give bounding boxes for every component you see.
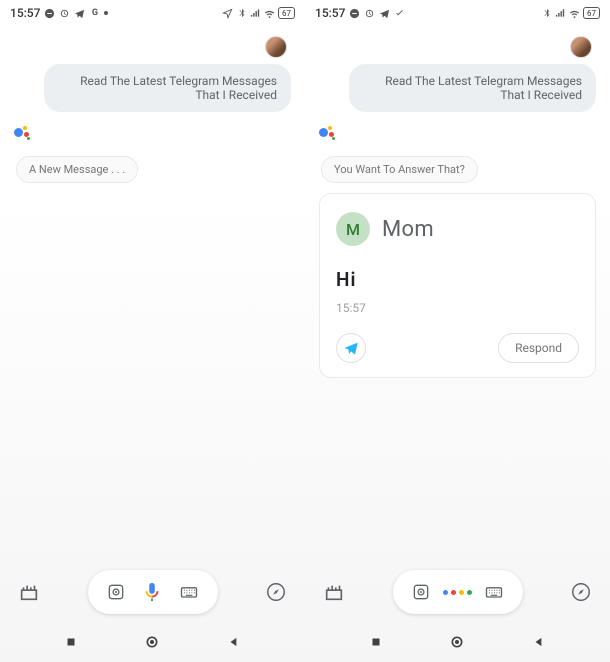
explore-icon[interactable] (570, 581, 592, 603)
dnd-icon (349, 8, 360, 19)
dot-icon (104, 11, 108, 15)
user-avatar[interactable] (570, 36, 592, 58)
chat-content: Read The Latest Telegram Messages That I… (305, 26, 610, 562)
wifi-icon (569, 8, 580, 19)
google-assistant-icon (14, 126, 32, 144)
status-left: 15:57 (315, 6, 405, 20)
updates-icon[interactable] (18, 581, 40, 603)
assistant-bottom-bar (305, 562, 610, 622)
recents-button[interactable] (62, 633, 80, 651)
screen-right: 15:57 67 (305, 0, 610, 662)
updates-icon[interactable] (323, 581, 345, 603)
keyboard-icon[interactable] (178, 581, 200, 603)
lens-icon[interactable] (105, 581, 127, 603)
assistant-bottom-bar (0, 562, 305, 622)
home-button[interactable] (448, 633, 466, 651)
telegram-app-icon[interactable] (336, 333, 366, 363)
explore-icon[interactable] (265, 581, 287, 603)
status-right: 67 (222, 7, 295, 19)
mic-icon[interactable] (141, 581, 163, 603)
contact-avatar: M (336, 212, 370, 246)
card-actions: Respond (336, 333, 579, 363)
user-message-bubble: Read The Latest Telegram Messages That I… (44, 64, 291, 112)
assistant-reply-bubble: You Want To Answer That? (321, 156, 478, 183)
status-left: 15:57 G (10, 6, 108, 20)
google-g-icon: G (89, 8, 100, 19)
assistant-row (14, 126, 291, 144)
alarm-icon (364, 8, 375, 19)
assistant-dots-icon[interactable] (446, 581, 468, 603)
keyboard-icon[interactable] (483, 581, 505, 603)
wifi-icon (264, 8, 275, 19)
alarm-icon (59, 8, 70, 19)
bluetooth-icon (236, 8, 247, 19)
status-bar: 15:57 G (0, 0, 305, 26)
assistant-reply-bubble: A New Message . . . (16, 156, 138, 183)
signal-icon (555, 8, 566, 19)
battery-icon: 67 (278, 7, 295, 19)
recents-button[interactable] (367, 633, 385, 651)
status-time: 15:57 (10, 6, 40, 20)
user-avatar-row (14, 36, 291, 58)
check-icon (394, 8, 405, 19)
assistant-row (319, 126, 596, 144)
battery-icon: 67 (583, 7, 600, 19)
user-avatar[interactable] (265, 36, 287, 58)
android-nav-bar (305, 622, 610, 662)
status-time: 15:57 (315, 6, 345, 20)
screen-left: 15:57 G (0, 0, 305, 662)
location-icon (222, 8, 233, 19)
google-assistant-icon (319, 126, 337, 144)
telegram-status-icon (74, 8, 85, 19)
home-button[interactable] (143, 633, 161, 651)
lens-icon[interactable] (410, 581, 432, 603)
contact-name: Mom (382, 217, 434, 242)
android-nav-bar (0, 622, 305, 662)
dnd-icon (44, 8, 55, 19)
user-message-bubble: Read The Latest Telegram Messages That I… (349, 64, 596, 112)
respond-button[interactable]: Respond (498, 333, 579, 363)
status-right: 67 (541, 7, 600, 19)
message-body: Hi (336, 268, 579, 291)
status-bar: 15:57 67 (305, 0, 610, 26)
user-avatar-row (319, 36, 596, 58)
input-pill (393, 570, 523, 614)
telegram-status-icon (379, 8, 390, 19)
message-time: 15:57 (336, 301, 579, 315)
chat-content: Read The Latest Telegram Messages That I… (0, 26, 305, 562)
back-button[interactable] (530, 633, 548, 651)
input-pill (88, 570, 218, 614)
signal-icon (250, 8, 261, 19)
back-button[interactable] (225, 633, 243, 651)
message-card[interactable]: M Mom Hi 15:57 Respond (319, 193, 596, 378)
card-header: M Mom (336, 212, 579, 246)
bluetooth-icon (541, 8, 552, 19)
